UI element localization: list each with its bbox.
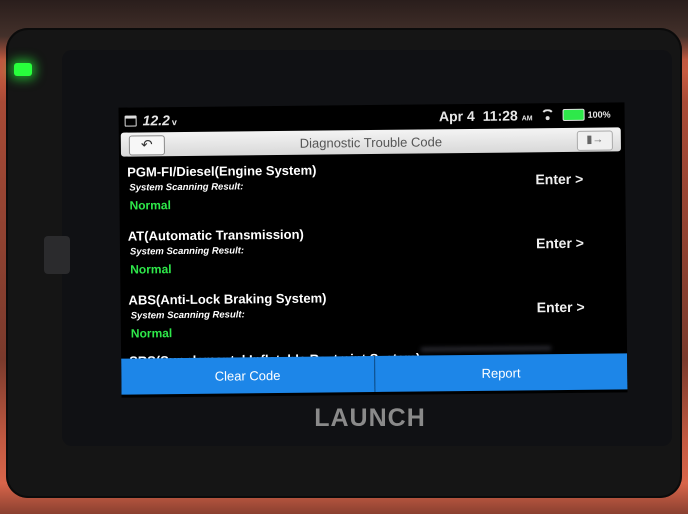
status-ampm: AM: [521, 115, 533, 123]
scan-result-label: System Scanning Result:: [129, 245, 245, 258]
status-left: 12.2 v: [124, 112, 177, 129]
screen-glare: [421, 346, 552, 352]
battery-icon: [562, 108, 585, 122]
device-screen: 12.2 v Apr 4 11:28 AM 100% ↶ Diagnostic T…: [118, 102, 628, 398]
enter-button[interactable]: Enter >: [536, 235, 584, 252]
scan-result-status: Normal: [129, 198, 171, 213]
scan-result-label: System Scanning Result:: [129, 181, 244, 194]
brand-logo: LAUNCH: [314, 404, 426, 432]
bottom-action-bar: Clear Code Report: [121, 353, 628, 395]
system-row-engine[interactable]: PGM-FI/Diesel(Engine System) System Scan…: [119, 156, 626, 225]
side-tab: [44, 236, 70, 274]
calendar-icon: [124, 114, 137, 127]
title-bar: ↶ Diagnostic Trouble Code ▮→: [120, 127, 621, 157]
voltage-value: 12.2: [142, 112, 170, 129]
enter-button[interactable]: Enter >: [537, 299, 585, 316]
power-led: [14, 63, 32, 76]
wifi-icon: [541, 109, 555, 121]
battery-indicator: 100%: [562, 108, 611, 122]
battery-percent: 100%: [587, 109, 611, 120]
system-list: PGM-FI/Diesel(Engine System) System Scan…: [119, 156, 627, 353]
status-date: Apr 4: [438, 107, 475, 125]
scan-result-status: Normal: [130, 262, 172, 277]
enter-button[interactable]: Enter >: [535, 171, 583, 188]
system-row-transmission[interactable]: AT(Automatic Transmission) System Scanni…: [120, 220, 627, 289]
report-button[interactable]: Report: [373, 353, 628, 392]
system-row-abs[interactable]: ABS(Anti-Lock Braking System) System Sca…: [120, 284, 627, 353]
system-name: PGM-FI/Diesel(Engine System): [127, 162, 317, 180]
scan-result-label: System Scanning Result:: [130, 309, 245, 322]
status-right: Apr 4 11:28 AM 100%: [438, 107, 611, 125]
back-arrow-icon: ↶: [140, 136, 153, 153]
back-button[interactable]: ↶: [128, 135, 165, 156]
voltage-readout: 12.2 v: [143, 112, 177, 128]
voltage-unit: v: [171, 117, 177, 128]
exit-icon: ▮→: [586, 133, 604, 146]
exit-button[interactable]: ▮→: [576, 130, 613, 151]
status-time-value: 11:28: [482, 107, 518, 124]
scan-result-status: Normal: [130, 326, 173, 341]
page-title: Diagnostic Trouble Code: [299, 134, 443, 151]
system-name: AT(Automatic Transmission): [127, 226, 304, 244]
system-name: ABS(Anti-Lock Braking System): [128, 290, 327, 308]
clear-code-button[interactable]: Clear Code: [121, 355, 374, 395]
status-time: 11:28 AM: [482, 107, 533, 124]
